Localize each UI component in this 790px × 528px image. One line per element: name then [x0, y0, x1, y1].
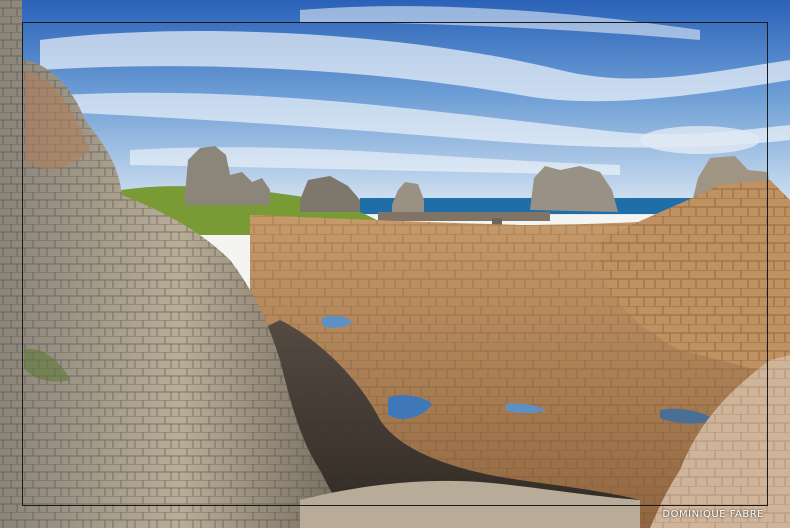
landscape-photo: [0, 0, 790, 528]
photographer-watermark: DOMINIQUE FABRE: [662, 509, 764, 520]
photo-frame: DOMINIQUE FABRE: [0, 0, 790, 528]
photo-canvas: [0, 0, 790, 528]
